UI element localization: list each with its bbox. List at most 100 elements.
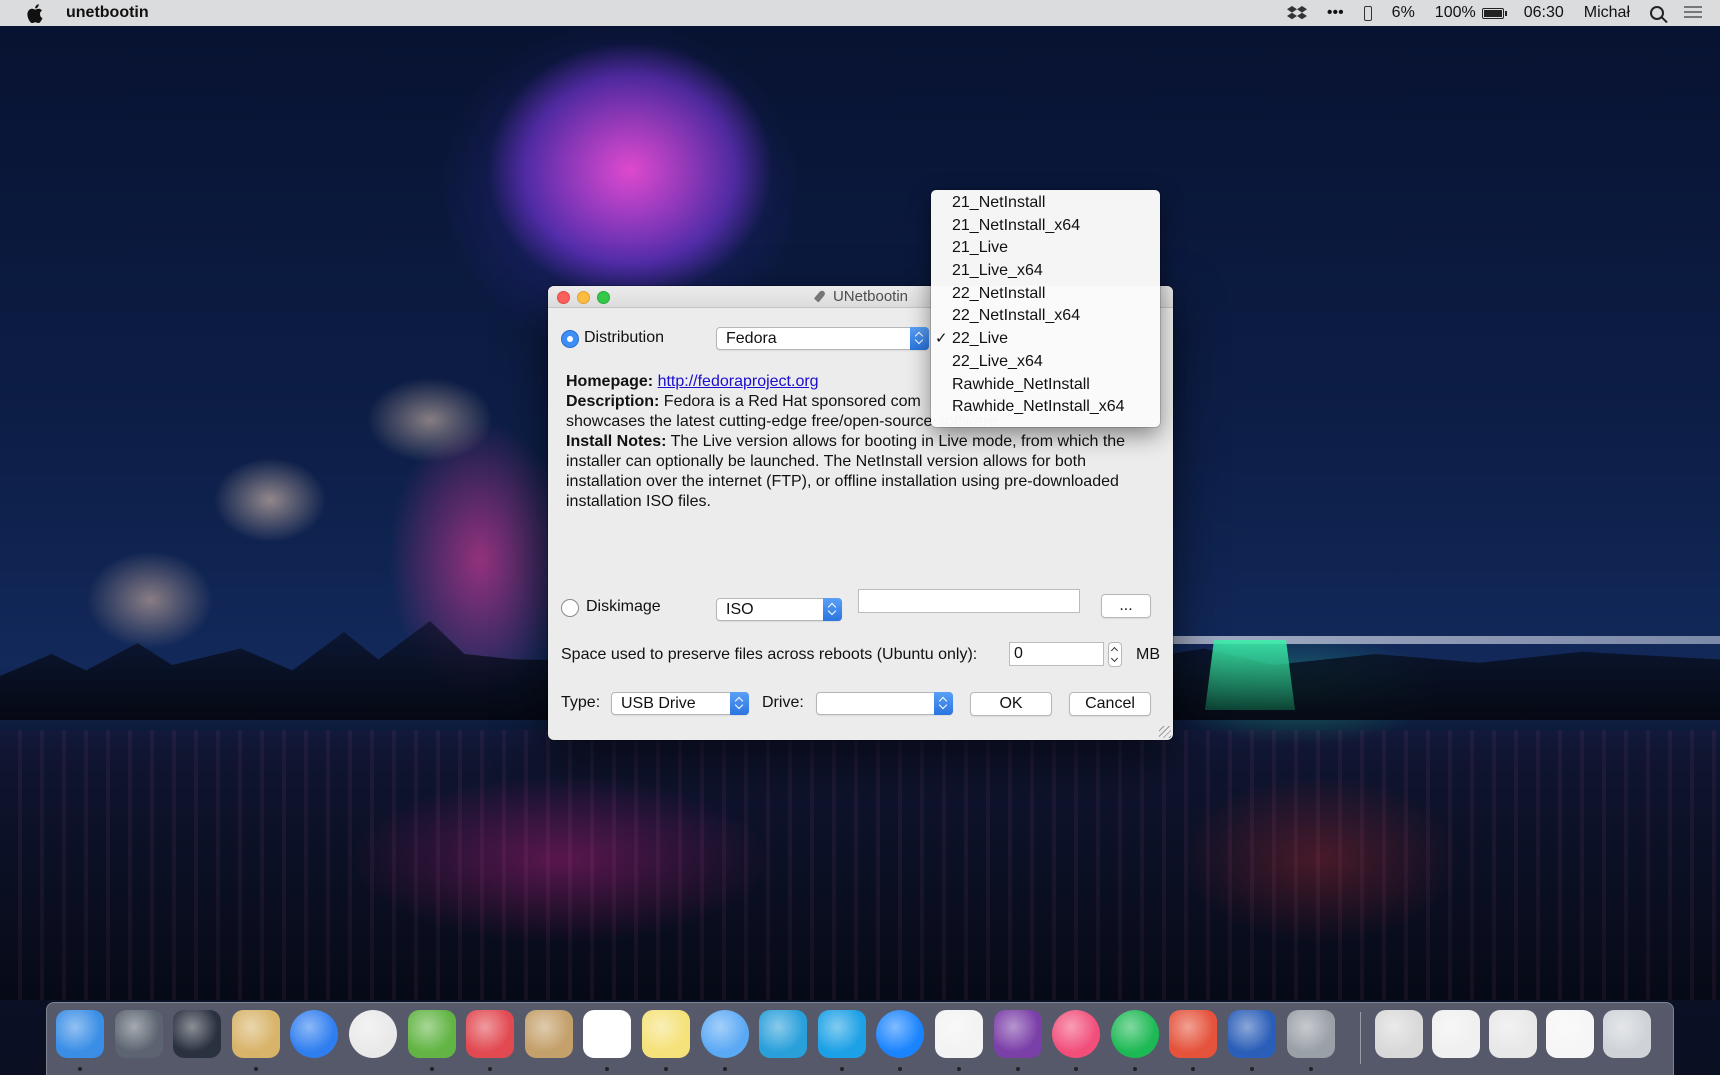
spotify-icon[interactable] <box>1110 1010 1159 1058</box>
version-option[interactable]: Rawhide_NetInstall_x64 <box>931 396 1160 419</box>
messages-icon[interactable] <box>700 1010 749 1058</box>
type-select[interactable]: USB Drive <box>611 692 749 715</box>
diskimage-radio[interactable] <box>561 599 579 617</box>
launchpad-icon[interactable] <box>114 1010 163 1058</box>
calendar-icon[interactable] <box>583 1010 632 1058</box>
running-indicator <box>957 1067 961 1071</box>
running-indicator <box>664 1067 668 1071</box>
menu-bar: unetbootin ••• 6% 100% 06:30 Michał <box>0 0 1720 26</box>
onenote-icon[interactable] <box>993 1010 1042 1058</box>
select-arrows-icon <box>910 327 929 350</box>
telegram-icon[interactable] <box>759 1010 808 1058</box>
running-indicator <box>429 1067 434 1071</box>
clock[interactable]: 06:30 <box>1524 4 1564 22</box>
resize-grip-icon[interactable] <box>1159 726 1171 738</box>
notification-center-icon[interactable] <box>1684 6 1702 20</box>
finder-icon[interactable] <box>56 1010 104 1058</box>
window-title: UNetbootin <box>813 288 908 305</box>
distribution-label: Distribution <box>584 329 665 346</box>
type-select-value: USB Drive <box>621 695 696 712</box>
drive-select[interactable] <box>816 692 953 715</box>
homepage-label: Homepage: <box>566 373 654 390</box>
zoom-window-button[interactable] <box>597 291 610 304</box>
battery-icon[interactable] <box>1481 7 1507 19</box>
dock-separator <box>1360 1012 1361 1064</box>
space-unit-label: MB <box>1136 646 1160 663</box>
version-option[interactable]: 21_Live_x64 <box>931 260 1160 283</box>
running-indicator <box>839 1067 844 1071</box>
version-option[interactable]: 21_Live <box>931 237 1160 260</box>
spotlight-search-icon[interactable] <box>1650 6 1664 20</box>
status-menus: ••• 6% 100% 06:30 Michał <box>1267 4 1702 22</box>
space-preserve-label: Space used to preserve files across rebo… <box>561 646 978 663</box>
diskimage-type-select[interactable]: ISO <box>716 598 842 621</box>
running-indicator <box>1308 1067 1313 1071</box>
type-label: Type: <box>561 694 601 711</box>
running-indicator <box>1250 1067 1254 1071</box>
diskimage-label: Diskimage <box>586 598 661 615</box>
device-battery-percent[interactable]: 6% <box>1392 4 1415 22</box>
running-indicator <box>1015 1067 1020 1071</box>
version-option[interactable]: ✓ 22_Live <box>931 328 1160 351</box>
apple-menu-icon[interactable] <box>24 2 46 24</box>
skype-icon[interactable] <box>817 1010 866 1058</box>
select-arrows-icon <box>823 598 842 621</box>
description-text: Fedora is a Red Hat sponsored com <box>663 393 921 410</box>
select-arrows-icon <box>730 692 749 715</box>
more-status-icon[interactable]: ••• <box>1327 4 1344 22</box>
wallpaper-water <box>0 730 1720 1000</box>
space-preserve-input[interactable]: 0 <box>1009 642 1104 666</box>
itunes-icon[interactable] <box>1052 1010 1101 1058</box>
contacts-icon[interactable] <box>524 1010 573 1058</box>
description-label: Description: <box>566 393 660 410</box>
device-icon[interactable] <box>1363 5 1372 21</box>
ok-button[interactable]: OK <box>970 692 1052 716</box>
select-arrows-icon <box>934 692 953 715</box>
mail-icon[interactable] <box>231 1010 280 1058</box>
distribution-radio[interactable] <box>561 330 579 348</box>
feedly-icon[interactable] <box>407 1010 456 1058</box>
drive-label: Drive: <box>762 694 804 711</box>
diskimage-path-input[interactable] <box>858 589 1080 613</box>
trash-icon[interactable] <box>1603 1010 1651 1058</box>
running-indicator <box>253 1067 258 1071</box>
notes-icon[interactable] <box>642 1010 690 1058</box>
word-icon[interactable] <box>1228 1010 1276 1058</box>
user-name[interactable]: Michał <box>1584 4 1630 22</box>
wallpaper-bridge-tower <box>1205 640 1295 710</box>
distribution-select-value: Fedora <box>726 330 777 347</box>
window-stack-icon[interactable] <box>1489 1010 1537 1058</box>
install-notes-label: Install Notes: <box>566 433 667 450</box>
homepage-link[interactable]: http://fedoraproject.org <box>658 373 819 390</box>
running-indicator <box>1132 1067 1137 1071</box>
distribution-select[interactable]: Fedora <box>716 327 929 350</box>
running-indicator <box>78 1067 82 1071</box>
dropbox-icon[interactable] <box>1286 5 1307 21</box>
version-option[interactable]: Rawhide_NetInstall <box>931 374 1160 397</box>
mission-control-icon[interactable] <box>173 1010 222 1058</box>
diskimage-type-value: ISO <box>726 601 754 618</box>
space-stepper[interactable] <box>1108 642 1122 667</box>
browse-button[interactable]: ... <box>1101 594 1151 618</box>
version-option[interactable]: 22_Live_x64 <box>931 351 1160 374</box>
active-app-name[interactable]: unetbootin <box>66 4 149 22</box>
checkmark-icon: ✓ <box>935 330 948 348</box>
transmit-icon[interactable] <box>1169 1010 1218 1058</box>
version-option[interactable]: 21_NetInstall_x64 <box>931 215 1160 238</box>
downloads-stack-icon[interactable] <box>1375 1010 1423 1058</box>
desktop-stack-icon[interactable] <box>1546 1010 1594 1058</box>
version-dropdown-menu: 21_NetInstall 21_NetInstall_x64 21_Live 21_… <box>931 190 1160 427</box>
preview-icon[interactable] <box>935 1010 983 1058</box>
version-option[interactable]: 22_NetInstall_x64 <box>931 305 1160 328</box>
pocket-icon[interactable] <box>466 1010 515 1058</box>
version-option[interactable]: 22_NetInstall <box>931 283 1160 306</box>
close-window-button[interactable] <box>557 291 570 304</box>
unetbootin-icon[interactable] <box>1286 1010 1335 1058</box>
running-indicator <box>722 1067 727 1071</box>
cancel-button[interactable]: Cancel <box>1069 692 1151 716</box>
documents-stack-icon[interactable] <box>1432 1010 1480 1058</box>
minimize-window-button[interactable] <box>577 291 590 304</box>
battery-percent[interactable]: 100% <box>1435 4 1476 22</box>
chrome-icon[interactable] <box>349 1010 397 1058</box>
version-option[interactable]: 21_NetInstall <box>931 192 1160 215</box>
